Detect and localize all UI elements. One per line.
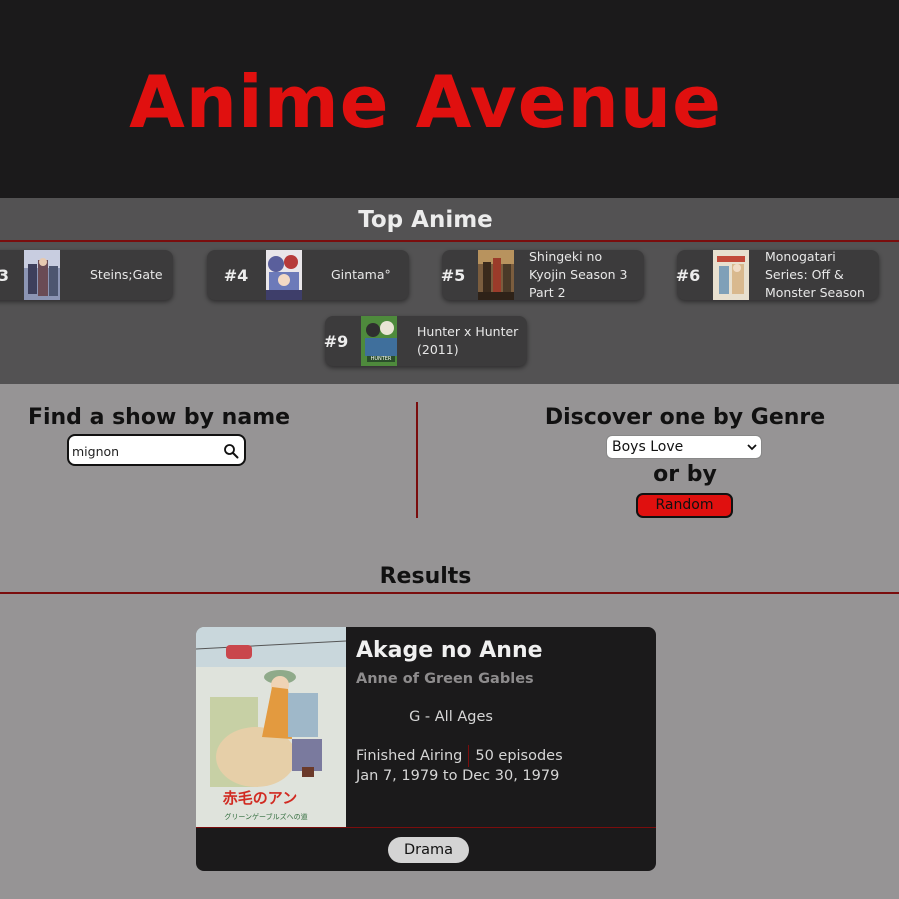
top-anime-card[interactable]: 3 Steins;Gate xyxy=(0,250,173,300)
search-section: Find a show by name Discover one by Genr… xyxy=(0,384,899,544)
results-divider xyxy=(0,592,899,594)
site-title: Anime Avenue xyxy=(129,60,722,144)
top-anime-title: Top Anime xyxy=(358,207,493,233)
top-anime-name[interactable]: Shingeki no Kyojin Season 3 Part 2 xyxy=(529,249,638,300)
top-anime-card[interactable]: #6 Monogatari Series: Off & Monster Seas… xyxy=(675,249,879,300)
top-anime-rank: #6 xyxy=(675,265,701,285)
search-icon[interactable] xyxy=(223,443,239,459)
result-poster[interactable]: 赤毛のアン グリーンゲーブルズへの道 xyxy=(196,627,346,827)
top-anime-divider xyxy=(0,240,899,242)
svg-text:HUNTER: HUNTER xyxy=(371,356,392,362)
results-title: Results xyxy=(379,564,472,589)
top-anime-rank: #5 xyxy=(440,265,466,285)
top-anime-thumbnail[interactable] xyxy=(478,250,514,300)
top-anime-thumbnail[interactable] xyxy=(713,250,749,300)
section-divider xyxy=(416,402,418,518)
result-status-line: Finished Airing 50 episodes xyxy=(356,745,563,767)
card-divider xyxy=(196,827,656,828)
top-anime-name[interactable]: Hunter x Hunter (2011) xyxy=(417,316,521,366)
genre-select[interactable]: Boys Love xyxy=(606,435,762,459)
top-anime-card[interactable]: #9 HUNTER Hunter x Hunter (2011) xyxy=(323,316,527,366)
top-anime-card[interactable]: #5 Shingeki no Kyojin Season 3 Part 2 xyxy=(440,249,644,300)
top-anime-name[interactable]: Gintama° xyxy=(331,250,403,300)
search-input[interactable] xyxy=(72,441,220,461)
svg-text:グリーンゲーブルズへの道: グリーンゲーブルズへの道 xyxy=(224,812,307,821)
chevron-down-icon xyxy=(747,444,757,451)
top-anime-rank: #9 xyxy=(323,331,349,351)
find-by-name-title: Find a show by name xyxy=(27,405,291,430)
search-box[interactable] xyxy=(67,434,246,466)
top-anime-card[interactable]: #4 Gintama° xyxy=(207,250,409,300)
result-english-title: Anne of Green Gables xyxy=(356,671,534,687)
discover-by-genre-title: Discover one by Genre xyxy=(544,405,826,430)
result-rating: G - All Ages xyxy=(409,709,493,725)
top-anime-name[interactable]: Steins;Gate xyxy=(90,250,167,300)
genre-tag[interactable]: Drama xyxy=(388,837,469,863)
top-anime-section: Top Anime 3 Steins;Gate #4 Gintama° #5 S… xyxy=(0,198,899,384)
result-card[interactable]: 赤毛のアン グリーンゲーブルズへの道 Akage no Anne Anne of… xyxy=(196,627,656,871)
poster-title-text: 赤毛のアン xyxy=(223,789,297,807)
or-by-label: or by xyxy=(653,462,717,487)
random-button[interactable]: Random xyxy=(636,493,733,518)
top-anime-thumbnail[interactable] xyxy=(266,250,302,300)
top-anime-name[interactable]: Monogatari Series: Off & Monster Season xyxy=(765,249,873,300)
result-status: Finished Airing xyxy=(356,748,463,764)
top-anime-rank: #4 xyxy=(223,265,249,285)
result-title[interactable]: Akage no Anne xyxy=(356,638,543,663)
top-anime-thumbnail[interactable]: HUNTER xyxy=(361,316,397,366)
result-episodes: 50 episodes xyxy=(475,748,563,764)
top-anime-thumbnail[interactable] xyxy=(24,250,60,300)
site-header: Anime Avenue xyxy=(0,0,899,198)
status-separator xyxy=(468,745,470,767)
genre-select-value: Boys Love xyxy=(612,439,684,455)
result-dates: Jan 7, 1979 to Dec 30, 1979 xyxy=(356,768,560,784)
